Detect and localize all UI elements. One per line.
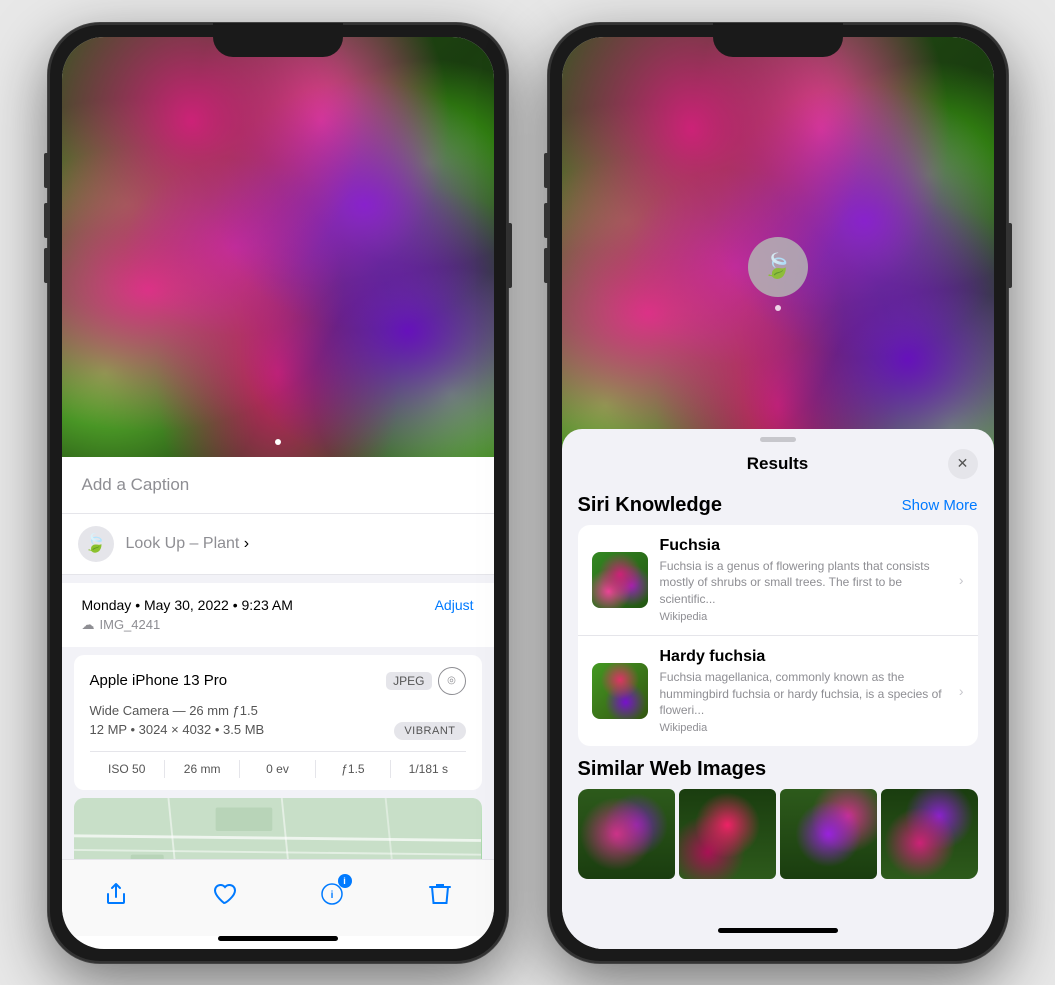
vibrant-badge: VIBRANT [394,722,465,740]
notch-right [713,23,843,57]
web-image-2[interactable] [679,789,776,879]
resolution-text: 12 MP • 3024 × 4032 • 3.5 MB [90,722,265,737]
home-indicator-left [218,936,338,941]
meta-date-row: Monday • May 30, 2022 • 9:23 AM Adjust [82,597,474,613]
show-more-button[interactable]: Show More [902,497,978,514]
info-button[interactable]: i i [310,872,354,916]
lookup-prefix: Look Up – [126,535,203,552]
exif-row: ISO 50 26 mm 0 ev ƒ1.5 1/181 s [90,751,466,778]
web-image-4[interactable] [881,789,978,879]
meta-filename: ☁ IMG_4241 [82,617,474,633]
siri-knowledge-title: Siri Knowledge [578,494,722,517]
delete-button[interactable] [418,872,462,916]
flower-photo-left [62,37,494,457]
exif-f: ƒ1.5 [316,760,391,778]
exif-mm: 26 mm [165,760,240,778]
knowledge-item-fuchsia[interactable]: Fuchsia Fuchsia is a genus of flowering … [578,525,978,636]
similar-web-title: Similar Web Images [578,758,767,781]
siri-button[interactable]: 🍃 [748,237,808,297]
sheet-header: Results ✕ [562,446,994,482]
web-image-3[interactable] [780,789,877,879]
exif-shutter: 1/181 s [391,760,465,778]
dot-1 [275,439,281,445]
photo-dot-indicator [275,439,281,445]
hardy-chevron-icon: › [959,683,964,699]
meta-section: Monday • May 30, 2022 • 9:23 AM Adjust ☁… [62,583,494,647]
lookup-subject: Plant [203,535,239,552]
adjust-button[interactable]: Adjust [435,597,474,613]
heart-icon [212,882,236,906]
meta-date: Monday • May 30, 2022 • 9:23 AM [82,597,293,613]
siri-knowledge-header: Siri Knowledge Show More [578,494,978,517]
hardy-thumb-img [592,663,648,719]
right-phone-inner: 🍃 Results ✕ [562,37,994,949]
photo-area-right: 🍃 [562,37,994,497]
caption-area[interactable]: Add a Caption [62,457,494,514]
info-badge: i [338,874,352,888]
svg-text:i: i [330,890,333,901]
info-section: Add a Caption 🍃 Look Up – Plant › Monday… [62,457,494,859]
notch [213,23,343,57]
sheet-content: Siri Knowledge Show More Fuchsia Fuchsia… [562,482,994,949]
exif-iso: ISO 50 [90,760,165,778]
trash-icon [429,882,451,906]
siri-dot [775,305,781,311]
fuchsia-text: Fuchsia Fuchsia is a genus of flowering … [660,537,947,623]
cloud-icon: ☁ [82,617,95,633]
camera-model-row: Apple iPhone 13 Pro JPEG ◎ [90,667,466,695]
hardy-description: Fuchsia magellanica, commonly known as t… [660,669,947,719]
similar-web-header: Similar Web Images [578,758,978,781]
left-phone-inner: Add a Caption 🍃 Look Up – Plant › Monday… [62,37,494,949]
phones-container: Add a Caption 🍃 Look Up – Plant › Monday… [28,3,1028,983]
camera-detail2: 12 MP • 3024 × 4032 • 3.5 MB VIBRANT [90,722,466,741]
lookup-row[interactable]: 🍃 Look Up – Plant › [62,514,494,575]
web-image-1[interactable] [578,789,675,879]
close-button[interactable]: ✕ [948,449,978,479]
results-sheet: Results ✕ Siri Knowledge Show More [562,429,994,949]
exif-ev: 0 ev [240,760,315,778]
hardy-source: Wikipedia [660,722,947,734]
knowledge-item-hardy[interactable]: Hardy fuchsia Fuchsia magellanica, commo… [578,636,978,746]
hardy-thumbnail [592,663,648,719]
sheet-title: Results [747,454,808,474]
jpeg-badge: JPEG [386,672,431,690]
camera-detail: Wide Camera — 26 mm ƒ1.5 [90,703,466,718]
badges: JPEG ◎ [386,667,465,695]
lookup-icon: 🍃 [78,526,114,562]
sheet-handle[interactable] [760,437,796,442]
fuchsia-thumbnail [592,552,648,608]
camera-model: Apple iPhone 13 Pro [90,672,228,689]
share-icon [104,882,128,906]
home-indicator-right [718,928,838,933]
fuchsia-chevron-icon: › [959,572,964,588]
lookup-label: Look Up – Plant › [126,535,250,553]
photo-area-left[interactable] [62,37,494,457]
right-phone: 🍃 Results ✕ [548,23,1008,963]
left-phone: Add a Caption 🍃 Look Up – Plant › Monday… [48,23,508,963]
caption-placeholder: Add a Caption [82,475,190,494]
knowledge-card: Fuchsia Fuchsia is a genus of flowering … [578,525,978,747]
hardy-name: Hardy fuchsia [660,648,947,666]
toolbar: i i [62,859,494,936]
web-images-row [578,789,978,879]
camera-section: Apple iPhone 13 Pro JPEG ◎ Wide Camera —… [74,655,482,790]
fuchsia-description: Fuchsia is a genus of flowering plants t… [660,558,947,608]
filename-text: IMG_4241 [100,617,161,632]
fuchsia-source: Wikipedia [660,611,947,623]
location-icon: ◎ [438,667,466,695]
map-section[interactable] [74,798,482,859]
fuchsia-thumb-img [592,552,648,608]
hardy-text: Hardy fuchsia Fuchsia magellanica, commo… [660,648,947,734]
share-button[interactable] [94,872,138,916]
map-roads-svg [74,798,482,859]
close-icon: ✕ [957,455,969,472]
favorite-button[interactable] [202,872,246,916]
fuchsia-name: Fuchsia [660,537,947,555]
